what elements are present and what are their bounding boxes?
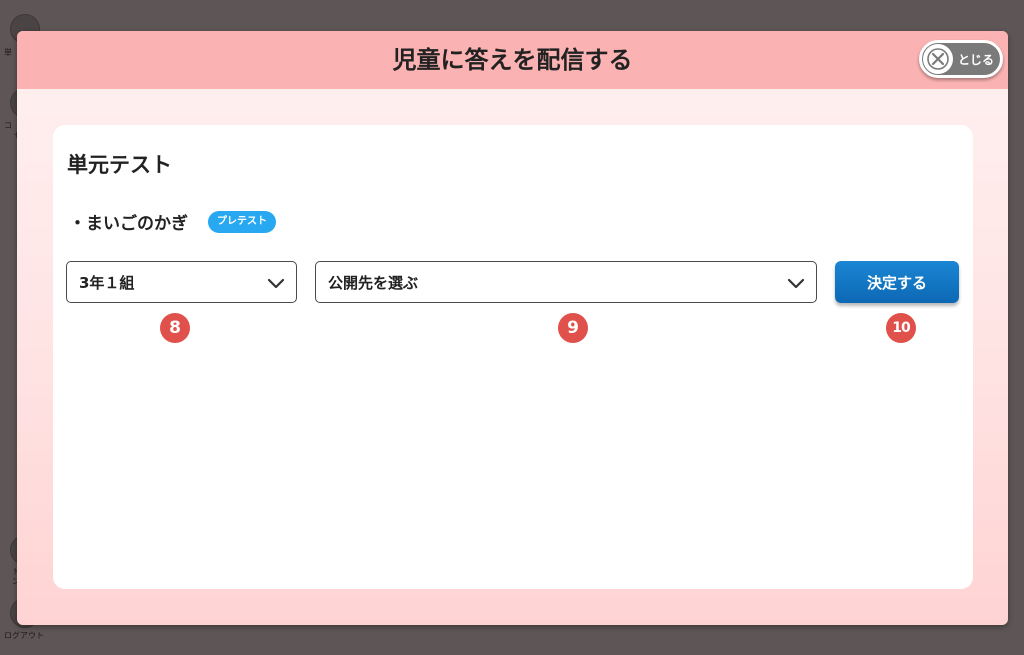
bg-label-unit: 単 bbox=[4, 48, 12, 57]
class-select[interactable]: 3年１組 bbox=[66, 261, 297, 303]
close-icon bbox=[923, 44, 953, 74]
decide-button[interactable]: 決定する bbox=[835, 261, 959, 303]
distribute-answers-dialog: 児童に答えを配信する とじる 単元テスト ・まいごのかぎ プレテスト 3年１組 … bbox=[17, 31, 1008, 625]
dialog-title: 児童に答えを配信する bbox=[392, 46, 633, 74]
content-card: 単元テスト ・まいごのかぎ プレテスト 3年１組 公開先を選ぶ 決定する 8 9… bbox=[53, 125, 973, 589]
annotation-marker-8: 8 bbox=[160, 313, 190, 343]
close-label: とじる bbox=[958, 52, 995, 67]
card-title: 単元テスト bbox=[67, 153, 172, 177]
bg-label-content: コ bbox=[4, 121, 12, 130]
chevron-down-icon bbox=[786, 273, 806, 297]
test-item-name: ・まいごのかぎ bbox=[69, 214, 188, 234]
publish-target-placeholder: 公開先を選ぶ bbox=[328, 273, 419, 292]
close-button[interactable]: とじる bbox=[919, 40, 1003, 78]
chevron-down-icon bbox=[266, 273, 286, 297]
annotation-marker-10: 10 bbox=[886, 313, 916, 343]
test-item-row: ・まいごのかぎ プレテスト bbox=[69, 209, 276, 234]
annotation-marker-9: 9 bbox=[558, 313, 588, 343]
pretest-badge: プレテスト bbox=[208, 210, 276, 233]
class-select-value: 3年１組 bbox=[79, 273, 135, 292]
publish-target-select[interactable]: 公開先を選ぶ bbox=[315, 261, 817, 303]
logout-label: ログアウト bbox=[4, 631, 44, 640]
